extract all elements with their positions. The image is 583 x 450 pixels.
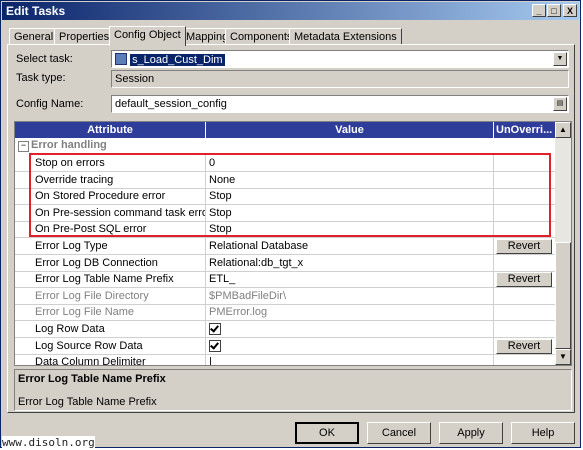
select-task-value: s_Load_Cust_Dim xyxy=(130,54,225,66)
value-cell[interactable]: Stop xyxy=(206,204,494,221)
tab-properties[interactable]: Properties xyxy=(54,28,115,45)
header-attribute[interactable]: Attribute xyxy=(15,122,206,138)
unoverride-cell xyxy=(494,205,556,221)
unoverride-cell xyxy=(494,255,556,271)
task-type-field: Session xyxy=(111,70,569,88)
scroll-down-icon[interactable]: ▼ xyxy=(555,349,571,365)
group-row: − Error handling xyxy=(15,138,556,154)
edit-tasks-window: Edit Tasks _ □ X General Properties Conf… xyxy=(0,0,581,448)
revert-button[interactable]: Revert xyxy=(496,338,552,354)
table-row[interactable]: Data Column Delimiter | xyxy=(15,354,556,365)
attribute-cell: Override tracing xyxy=(32,171,206,188)
scroll-up-icon[interactable]: ▲ xyxy=(555,122,571,138)
table-row[interactable]: Error Log Type Relational Database Revert xyxy=(15,238,556,255)
maximize-button[interactable]: □ xyxy=(547,4,561,17)
tab-general[interactable]: General xyxy=(9,28,59,45)
attribute-cell: Log Source Row Data xyxy=(32,337,206,354)
session-icon xyxy=(115,53,127,65)
attribute-cell: Log Row Data xyxy=(32,321,206,337)
table-row[interactable]: Log Row Data xyxy=(15,321,556,338)
table-row[interactable]: Error Log Table Name Prefix ETL_ Revert xyxy=(15,271,556,289)
header-unoverride[interactable]: UnOverri... xyxy=(494,122,556,138)
revert-button[interactable]: Revert xyxy=(496,272,552,288)
group-label: Error handling xyxy=(31,139,107,151)
table-row[interactable]: Override tracing None xyxy=(15,171,556,189)
tab-config-object[interactable]: Config Object xyxy=(109,26,186,46)
attribute-cell: Error Log DB Connection xyxy=(32,254,206,271)
collapse-icon[interactable]: − xyxy=(18,141,29,152)
close-button[interactable]: X xyxy=(563,4,577,17)
select-task-label: Select task: xyxy=(16,53,73,65)
table-row[interactable]: Error Log DB Connection Relational:db_tgt… xyxy=(15,254,556,272)
unoverride-cell xyxy=(494,321,556,337)
window-title: Edit Tasks xyxy=(6,4,66,18)
ok-button[interactable]: OK xyxy=(295,422,359,444)
attribute-cell: Error Log File Name xyxy=(32,304,206,321)
config-name-label: Config Name: xyxy=(16,98,84,110)
attribute-cell: On Stored Procedure error xyxy=(32,188,206,205)
table-row[interactable]: Error Log File Directory $PMBadFileDir\ xyxy=(15,287,556,305)
table-row[interactable]: Stop on errors 0 xyxy=(15,155,556,172)
value-cell[interactable]: Stop xyxy=(206,221,494,238)
unoverride-cell xyxy=(494,188,556,204)
attribute-cell: Error Log Type xyxy=(32,238,206,254)
config-name-field[interactable]: default_session_config ▤ xyxy=(111,95,569,113)
value-cell[interactable]: ETL_ xyxy=(206,271,494,288)
title-bar: Edit Tasks _ □ X xyxy=(2,2,579,20)
value-cell[interactable]: | xyxy=(206,354,494,365)
table-row[interactable]: Log Source Row Data Revert xyxy=(15,337,556,355)
attribute-cell: Data Column Delimiter xyxy=(32,354,206,365)
attribute-cell: Error Log Table Name Prefix xyxy=(32,271,206,288)
value-cell[interactable] xyxy=(206,321,494,337)
value-cell[interactable]: Relational Database xyxy=(206,238,494,254)
value-cell[interactable] xyxy=(206,337,494,354)
vertical-scrollbar[interactable]: ▲ ▼ xyxy=(555,122,571,365)
value-cell[interactable]: PMError.log xyxy=(206,304,494,321)
value-cell[interactable]: Relational:db_tgt_x xyxy=(206,254,494,271)
revert-button[interactable]: Revert xyxy=(496,239,552,254)
chevron-down-icon[interactable]: ▼ xyxy=(553,52,567,66)
attribute-cell: Error Log File Directory xyxy=(32,287,206,304)
attribute-cell: On Pre-session command task error xyxy=(32,204,206,221)
description-title: Error Log Table Name Prefix xyxy=(18,373,166,385)
tab-components[interactable]: Components xyxy=(225,28,298,45)
value-cell[interactable]: Stop xyxy=(206,188,494,205)
attribute-grid: Attribute Value UnOverri... − Error hand… xyxy=(14,121,572,366)
unoverride-cell xyxy=(494,354,556,365)
attribute-cell: Stop on errors xyxy=(32,155,206,171)
checkbox-checked-icon[interactable] xyxy=(209,339,221,352)
unoverride-cell xyxy=(494,304,556,320)
browse-icon[interactable]: ▤ xyxy=(553,97,567,111)
apply-button[interactable]: Apply xyxy=(439,422,503,444)
task-type-label: Task type: xyxy=(16,72,66,84)
table-row[interactable]: Error Log File Name PMError.log xyxy=(15,304,556,322)
unoverride-cell xyxy=(494,288,556,304)
cancel-button[interactable]: Cancel xyxy=(367,422,431,444)
minimize-button[interactable]: _ xyxy=(532,4,546,17)
table-row[interactable]: On Pre-Post SQL error Stop xyxy=(15,221,556,239)
select-task-dropdown[interactable]: s_Load_Cust_Dim ▼ xyxy=(111,50,569,68)
description-panel: Error Log Table Name Prefix Error Log Ta… xyxy=(14,369,572,411)
value-cell[interactable]: 0 xyxy=(206,155,494,171)
value-cell[interactable]: $PMBadFileDir\ xyxy=(206,287,494,304)
checkbox-checked-icon[interactable] xyxy=(209,323,221,335)
config-name-value: default_session_config xyxy=(115,98,227,110)
table-row[interactable]: On Pre-session command task error Stop xyxy=(15,204,556,222)
unoverride-cell xyxy=(494,221,556,237)
watermark: www.disoln.org xyxy=(2,436,95,449)
unoverride-cell xyxy=(494,172,556,188)
table-row[interactable]: On Stored Procedure error Stop xyxy=(15,188,556,206)
value-cell[interactable]: None xyxy=(206,171,494,188)
tab-metadata-extensions[interactable]: Metadata Extensions xyxy=(289,28,402,45)
description-text: Error Log Table Name Prefix xyxy=(18,396,157,408)
scroll-thumb[interactable] xyxy=(555,242,571,349)
unoverride-cell xyxy=(494,155,556,171)
header-value[interactable]: Value xyxy=(206,122,494,138)
help-button[interactable]: Help xyxy=(511,422,575,444)
attribute-cell: On Pre-Post SQL error xyxy=(32,221,206,238)
